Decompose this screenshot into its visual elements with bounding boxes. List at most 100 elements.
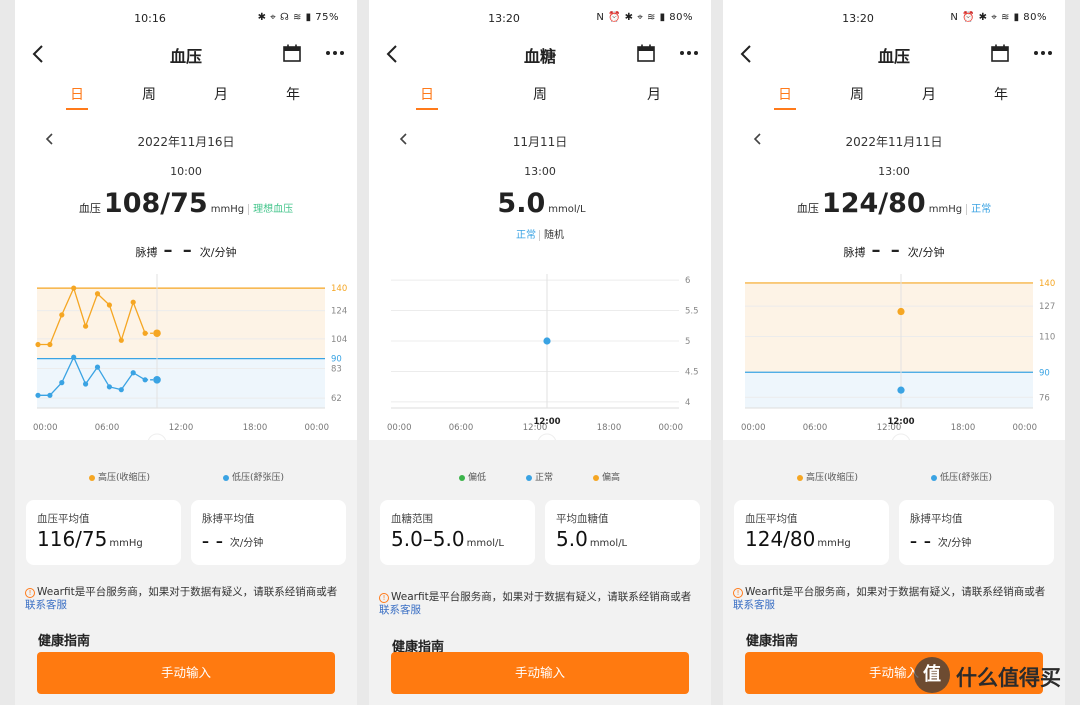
data-point xyxy=(94,364,101,370)
legend-item-systolic: 高压(收缩压) xyxy=(89,470,150,483)
data-notice: ! Wearfit是平台服务商，如果对于数据有疑义，请联系经销商或者 联系客服 xyxy=(733,586,1055,612)
data-point xyxy=(71,354,77,360)
reading-unit: mmol/L xyxy=(548,204,586,215)
y-tick-label: 124 xyxy=(331,307,347,317)
bp-scatter-chart[interactable]: 140127110907600:00 06:00 12:00 18:00 00:0012… xyxy=(723,262,1065,444)
data-point xyxy=(47,392,53,398)
legend-label: 低压(舒张压) xyxy=(232,473,285,483)
data-point xyxy=(153,329,161,338)
x-tick-label: 18:00 xyxy=(597,423,622,433)
chart-legend: 偏低 正常 偏高 xyxy=(369,470,711,484)
info-icon: ! xyxy=(733,588,743,598)
y-tick-label: 140 xyxy=(331,284,347,294)
page-title: 血糖 xyxy=(523,47,556,66)
data-point xyxy=(106,384,112,390)
x-tick-label: 12:00 xyxy=(169,423,194,433)
tab-day[interactable]: 日 xyxy=(57,84,97,104)
data-point xyxy=(130,370,136,376)
data-point xyxy=(897,307,905,316)
y-tick-label: 127 xyxy=(1039,302,1055,312)
status-icons: N ⏰ ✱ ⌖ ≋ ▮ 80% xyxy=(596,12,693,23)
pulse-value: – – xyxy=(163,240,194,261)
card-number: 5.0 xyxy=(556,527,588,551)
pulse-unit: 次/分钟 xyxy=(907,246,945,259)
legend-item-diastolic: 低压(舒张压) xyxy=(931,470,992,483)
pulse-average-card: 脉搏平均值 – – 次/分钟 xyxy=(899,500,1054,565)
y-tick-label: 83 xyxy=(331,365,342,375)
legend-dot-icon xyxy=(931,474,937,481)
pulse-row: 脉搏 – – 次/分钟 xyxy=(723,240,1065,261)
tab-week[interactable]: 周 xyxy=(520,84,560,104)
manual-input-button[interactable]: 手动输入 xyxy=(391,652,689,694)
card-unit: mmol/L xyxy=(466,538,504,549)
y-tick-label: 62 xyxy=(331,394,342,404)
tab-week[interactable]: 周 xyxy=(129,84,169,104)
glucose-chart[interactable]: 65.554.5400:00 06:00 12:00 18:00 00:0012:00 xyxy=(369,262,711,444)
date-navigator: 2022年11月11日 xyxy=(723,128,1065,154)
phone-screen-glucose-day: 13:20 N ⏰ ✱ ⌖ ≋ ▮ 80% 血糖 日 周 月 11月11日 13… xyxy=(369,0,711,705)
reading-unit: mmHg xyxy=(210,204,245,215)
contact-support-link[interactable]: 联系客服 xyxy=(25,599,67,611)
more-options-icon[interactable] xyxy=(1033,43,1053,63)
card-label: 平均血糖值 xyxy=(556,513,609,525)
more-options-icon[interactable] xyxy=(679,43,699,63)
date-label: 2022年11月16日 xyxy=(137,135,235,149)
x-tick-label: 00:00 xyxy=(33,423,58,433)
tab-month[interactable]: 月 xyxy=(909,84,949,104)
more-options-icon[interactable] xyxy=(325,43,345,63)
glucose-range-card: 血糖范围 5.0–5.0 mmol/L xyxy=(380,500,535,565)
y-tick-label: 6 xyxy=(685,276,690,286)
reading-value: 5.0 xyxy=(497,188,546,219)
bp-average-card: 血压平均值 124/80 mmHg xyxy=(734,500,889,565)
tab-month[interactable]: 月 xyxy=(634,84,674,104)
data-point xyxy=(142,330,148,336)
legend-item-systolic: 高压(收缩压) xyxy=(797,470,858,483)
legend-dot-icon xyxy=(459,474,465,481)
watermark-logo-icon: 值 xyxy=(914,657,950,693)
x-tick-label: 00:00 xyxy=(305,423,330,433)
status-bar: 13:20 N ⏰ ✱ ⌖ ≋ ▮ 80% xyxy=(723,0,1065,38)
calendar-icon[interactable] xyxy=(990,43,1010,63)
data-point xyxy=(35,392,41,398)
reading-prefix: 血压 xyxy=(78,202,101,215)
tab-month[interactable]: 月 xyxy=(201,84,241,104)
calendar-icon[interactable] xyxy=(636,43,656,63)
notice-text: Wearfit是平台服务商，如果对于数据有疑义，请联系经销商或者 xyxy=(37,586,338,598)
y-tick-label: 140 xyxy=(1039,279,1055,289)
notice-text: Wearfit是平台服务商，如果对于数据有疑义，请联系经销商或者 xyxy=(391,591,692,603)
reading-time: 10:00 xyxy=(170,165,202,178)
x-tick-current-label: 12:00 xyxy=(533,417,560,427)
title-bar: 血压 xyxy=(15,38,357,70)
legend-label: 正常 xyxy=(535,473,554,483)
chart-legend: 高压(收缩压) 低压(舒张压) xyxy=(15,470,357,484)
date-label: 2022年11月11日 xyxy=(845,135,943,149)
status-bar: 10:16 ✱ ⌖ ☊ ≋ ▮ 75% xyxy=(15,0,357,38)
card-label: 血压平均值 xyxy=(745,513,798,525)
card-value: 116/75 mmHg xyxy=(37,527,143,551)
diastolic-range-band xyxy=(745,372,1033,408)
contact-support-link[interactable]: 联系客服 xyxy=(379,604,421,616)
legend-label: 高压(收缩压) xyxy=(806,473,859,483)
card-value: – – 次/分钟 xyxy=(910,527,971,551)
card-unit: 次/分钟 xyxy=(229,538,264,549)
tab-day[interactable]: 日 xyxy=(765,84,805,104)
tab-week[interactable]: 周 xyxy=(837,84,877,104)
info-icon: ! xyxy=(379,593,389,603)
card-label: 脉搏平均值 xyxy=(910,513,963,525)
legend-dot-icon xyxy=(526,474,532,481)
tab-year[interactable]: 年 xyxy=(273,84,313,104)
contact-support-link[interactable]: 联系客服 xyxy=(733,599,775,611)
calendar-icon[interactable] xyxy=(282,43,302,63)
bp-line-chart[interactable]: 140 124 104 9083 62 00:00 06:00 12:00 18:00 00:00… xyxy=(15,262,357,444)
card-number: – – xyxy=(202,534,224,550)
manual-input-button[interactable]: 手动输入 xyxy=(37,652,335,694)
status-normal: 正常 xyxy=(516,230,536,241)
card-value: 5.0 mmol/L xyxy=(556,527,627,551)
tab-day[interactable]: 日 xyxy=(407,84,447,104)
legend-label: 高压(收缩压) xyxy=(98,473,151,483)
tab-year[interactable]: 年 xyxy=(981,84,1021,104)
active-tab-indicator xyxy=(66,108,88,110)
legend-label: 偏高 xyxy=(602,473,621,483)
card-label: 血压平均值 xyxy=(37,513,90,525)
y-tick-label: 90 xyxy=(1039,368,1050,378)
